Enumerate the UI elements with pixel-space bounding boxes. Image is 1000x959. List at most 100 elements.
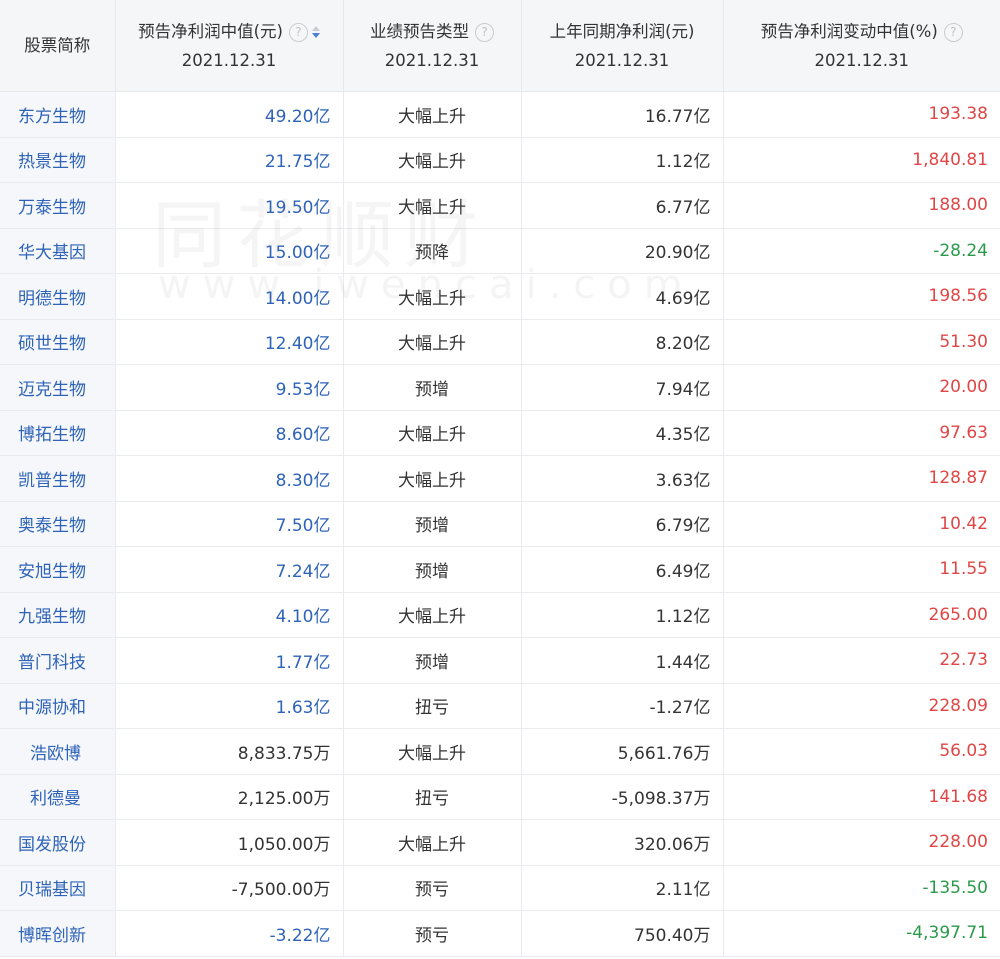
profit-change-cell: 193.38: [723, 91, 1000, 138]
last-year-profit-cell: 1.44亿: [521, 637, 724, 684]
forecast-type-cell: 大幅上升: [343, 91, 522, 138]
profit-change-cell: 198.56: [723, 273, 1000, 320]
stock-name-link[interactable]: 利德曼: [0, 774, 116, 820]
table-row[interactable]: 贝瑞基因 -7,500.00万 预亏 2.11亿 -135.50: [0, 865, 1000, 911]
forecast-profit-cell: 2,125.00万: [115, 774, 344, 820]
last-year-profit-cell: 8.20亿: [521, 319, 724, 365]
header-forecast-type-title: 业绩预告类型: [370, 21, 469, 41]
profit-change-cell: 11.55: [723, 546, 1000, 593]
forecast-type-cell: 预降: [343, 228, 522, 274]
help-icon[interactable]: ?: [475, 22, 494, 42]
stock-name-link[interactable]: 中源协和: [0, 683, 116, 729]
table-row[interactable]: 国发股份 1,050.00万 大幅上升 320.06万 228.00: [0, 819, 1000, 866]
last-year-profit-cell: 6.77亿: [521, 182, 724, 229]
forecast-profit-cell: 8.30亿: [115, 455, 344, 502]
table-row[interactable]: 万泰生物 19.50亿 大幅上升 6.77亿 188.00: [0, 182, 1000, 229]
header-forecast-type[interactable]: 业绩预告类型? 2021.12.31: [343, 0, 522, 92]
stock-name-link[interactable]: 博晖创新: [0, 910, 116, 957]
last-year-profit-cell: 2.11亿: [521, 865, 724, 911]
stock-name-link[interactable]: 浩欧博: [0, 728, 116, 775]
forecast-type-cell: 扭亏: [343, 683, 522, 729]
stock-name-link[interactable]: 热景生物: [0, 137, 116, 183]
last-year-profit-cell: 6.79亿: [521, 501, 724, 547]
forecast-type-cell: 大幅上升: [343, 182, 522, 229]
table-header-row: 股票简称 预告净利润中值(元)? 2021.12.31 业绩预告类型? 2021…: [0, 0, 1000, 92]
table-row[interactable]: 明德生物 14.00亿 大幅上升 4.69亿 198.56: [0, 273, 1000, 320]
stock-name-link[interactable]: 贝瑞基因: [0, 865, 116, 911]
profit-change-cell: 265.00: [723, 592, 1000, 638]
table-row[interactable]: 迈克生物 9.53亿 预增 7.94亿 20.00: [0, 364, 1000, 411]
forecast-profit-cell: 15.00亿: [115, 228, 344, 274]
forecast-profit-cell: 21.75亿: [115, 137, 344, 183]
profit-change-cell: 97.63: [723, 410, 1000, 456]
forecast-type-cell: 大幅上升: [343, 728, 522, 775]
forecast-profit-cell: 12.40亿: [115, 319, 344, 365]
table-row[interactable]: 安旭生物 7.24亿 预增 6.49亿 11.55: [0, 546, 1000, 593]
profit-change-cell: -135.50: [723, 865, 1000, 911]
forecast-type-cell: 大幅上升: [343, 410, 522, 456]
table-row[interactable]: 普门科技 1.77亿 预增 1.44亿 22.73: [0, 637, 1000, 684]
stock-name-link[interactable]: 奥泰生物: [0, 501, 116, 547]
stock-name-link[interactable]: 东方生物: [0, 91, 116, 138]
header-forecast-profit[interactable]: 预告净利润中值(元)? 2021.12.31: [115, 0, 344, 92]
profit-change-cell: 141.68: [723, 774, 1000, 820]
header-stock-name[interactable]: 股票简称: [0, 0, 116, 92]
forecast-type-cell: 扭亏: [343, 774, 522, 820]
last-year-profit-cell: 1.12亿: [521, 592, 724, 638]
stock-name-link[interactable]: 国发股份: [0, 819, 116, 866]
stock-name-link[interactable]: 安旭生物: [0, 546, 116, 593]
table-row[interactable]: 奥泰生物 7.50亿 预增 6.79亿 10.42: [0, 501, 1000, 547]
table-row[interactable]: 博拓生物 8.60亿 大幅上升 4.35亿 97.63: [0, 410, 1000, 456]
table-row[interactable]: 浩欧博 8,833.75万 大幅上升 5,661.76万 56.03: [0, 728, 1000, 775]
header-profit-change[interactable]: 预告净利润变动中值(%)? 2021.12.31: [723, 0, 1000, 92]
table-row[interactable]: 利德曼 2,125.00万 扭亏 -5,098.37万 141.68: [0, 774, 1000, 820]
stock-name-link[interactable]: 九强生物: [0, 592, 116, 638]
forecast-profit-cell: 8.60亿: [115, 410, 344, 456]
stock-name-link[interactable]: 迈克生物: [0, 364, 116, 411]
header-forecast-type-date: 2021.12.31: [384, 50, 480, 70]
table-row[interactable]: 博晖创新 -3.22亿 预亏 750.40万 -4,397.71: [0, 910, 1000, 957]
header-last-year-profit[interactable]: 上年同期净利润(元) 2021.12.31: [521, 0, 724, 92]
stock-name-link[interactable]: 凯普生物: [0, 455, 116, 502]
profit-change-cell: -28.24: [723, 228, 1000, 274]
table-row[interactable]: 九强生物 4.10亿 大幅上升 1.12亿 265.00: [0, 592, 1000, 638]
forecast-profit-cell: 7.50亿: [115, 501, 344, 547]
forecast-type-cell: 预亏: [343, 865, 522, 911]
stock-name-link[interactable]: 华大基因: [0, 228, 116, 274]
forecast-profit-cell: 49.20亿: [115, 91, 344, 138]
table-row[interactable]: 中源协和 1.63亿 扭亏 -1.27亿 228.09: [0, 683, 1000, 729]
forecast-profit-cell: 1,050.00万: [115, 819, 344, 866]
stock-name-link[interactable]: 博拓生物: [0, 410, 116, 456]
stock-name-link[interactable]: 硕世生物: [0, 319, 116, 365]
forecast-table: 股票简称 预告净利润中值(元)? 2021.12.31 业绩预告类型? 2021…: [0, 0, 1000, 957]
forecast-profit-cell: 1.63亿: [115, 683, 344, 729]
table-row[interactable]: 热景生物 21.75亿 大幅上升 1.12亿 1,840.81: [0, 137, 1000, 183]
forecast-profit-cell: 14.00亿: [115, 273, 344, 320]
profit-change-cell: -4,397.71: [723, 910, 1000, 957]
header-last-year-profit-date: 2021.12.31: [574, 50, 670, 70]
forecast-profit-cell: -3.22亿: [115, 910, 344, 957]
stock-name-link[interactable]: 普门科技: [0, 637, 116, 684]
forecast-type-cell: 预增: [343, 637, 522, 684]
last-year-profit-cell: 16.77亿: [521, 91, 724, 138]
last-year-profit-cell: 750.40万: [521, 910, 724, 957]
sort-icon[interactable]: [311, 25, 320, 39]
help-icon[interactable]: ?: [943, 22, 963, 42]
table-row[interactable]: 硕世生物 12.40亿 大幅上升 8.20亿 51.30: [0, 319, 1000, 365]
table-row[interactable]: 东方生物 49.20亿 大幅上升 16.77亿 193.38: [0, 91, 1000, 138]
last-year-profit-cell: -5,098.37万: [521, 774, 724, 820]
forecast-type-cell: 大幅上升: [343, 273, 522, 320]
profit-change-cell: 22.73: [723, 637, 1000, 684]
forecast-type-cell: 大幅上升: [343, 455, 522, 502]
table-row[interactable]: 华大基因 15.00亿 预降 20.90亿 -28.24: [0, 228, 1000, 274]
stock-name-link[interactable]: 万泰生物: [0, 182, 116, 229]
table-row[interactable]: 凯普生物 8.30亿 大幅上升 3.63亿 128.87: [0, 455, 1000, 502]
forecast-type-cell: 预亏: [343, 910, 522, 957]
header-forecast-profit-date: 2021.12.31: [181, 50, 277, 70]
last-year-profit-cell: 20.90亿: [521, 228, 724, 274]
stock-name-link[interactable]: 明德生物: [0, 273, 116, 320]
forecast-type-cell: 预增: [343, 501, 522, 547]
last-year-profit-cell: 4.69亿: [521, 273, 724, 320]
help-icon[interactable]: ?: [288, 22, 308, 42]
forecast-type-cell: 大幅上升: [343, 592, 522, 638]
